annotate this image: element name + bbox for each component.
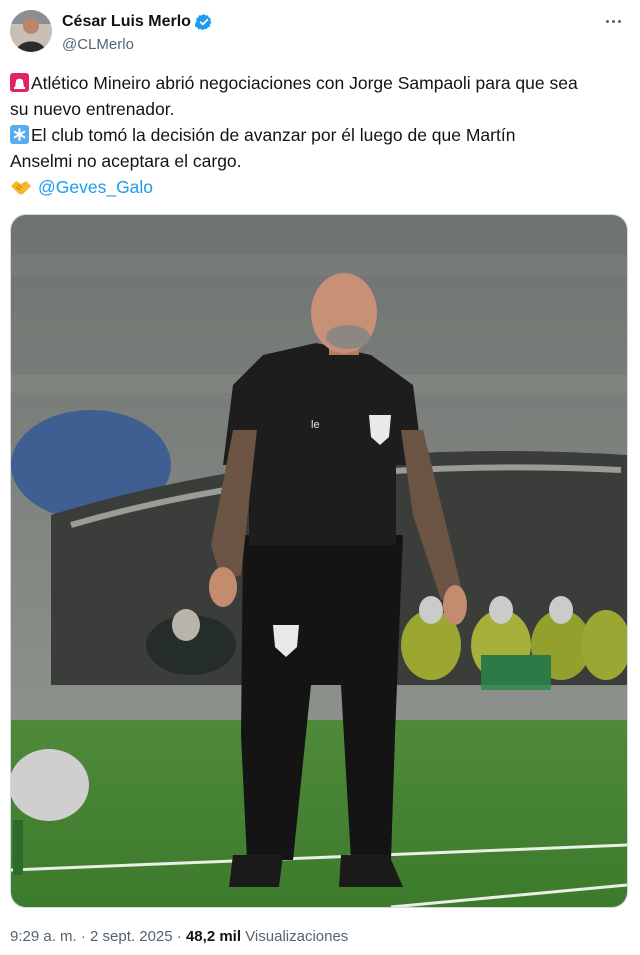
meta-separator: · [80, 928, 86, 945]
handshake-emoji [10, 177, 32, 195]
views-label[interactable]: Visualizaciones [245, 928, 348, 945]
tweet-line-2b: Anselmi no aceptara el cargo. [10, 151, 242, 171]
tweet-date[interactable]: 2 sept. 2025 [90, 928, 173, 945]
verified-badge-icon [194, 13, 213, 31]
tweet-header: César Luis Merlo @CLMerlo [10, 10, 630, 56]
author-name[interactable]: César Luis Merlo [62, 13, 191, 31]
asterisk-emoji [10, 125, 29, 144]
author-handle[interactable]: @CLMerlo [62, 36, 134, 53]
meta-separator-2: · [176, 928, 182, 945]
tweet-line-1b: su nuevo entrenador. [10, 99, 175, 119]
rotating-light-emoji [10, 73, 29, 92]
svg-text:le: le [311, 419, 320, 431]
mention-link[interactable]: @Geves_Galo [38, 177, 153, 197]
author-avatar[interactable] [10, 10, 52, 52]
tweet-meta: 9:29 a. m. · 2 sept. 2025 · 48,2 mil Vis… [10, 928, 348, 945]
more-options-icon[interactable] [600, 10, 626, 32]
tweet-line-1a: Atlético Mineiro abrió negociaciones con… [31, 73, 578, 93]
tweet-text: Atlético Mineiro abrió negociaciones con… [10, 70, 630, 200]
tweet-time[interactable]: 9:29 a. m. [10, 928, 77, 945]
tweet-line-2a: El club tomó la decisión de avanzar por … [31, 125, 516, 145]
views-count: 48,2 mil [185, 928, 242, 945]
tweet-photo[interactable]: le [10, 214, 628, 908]
